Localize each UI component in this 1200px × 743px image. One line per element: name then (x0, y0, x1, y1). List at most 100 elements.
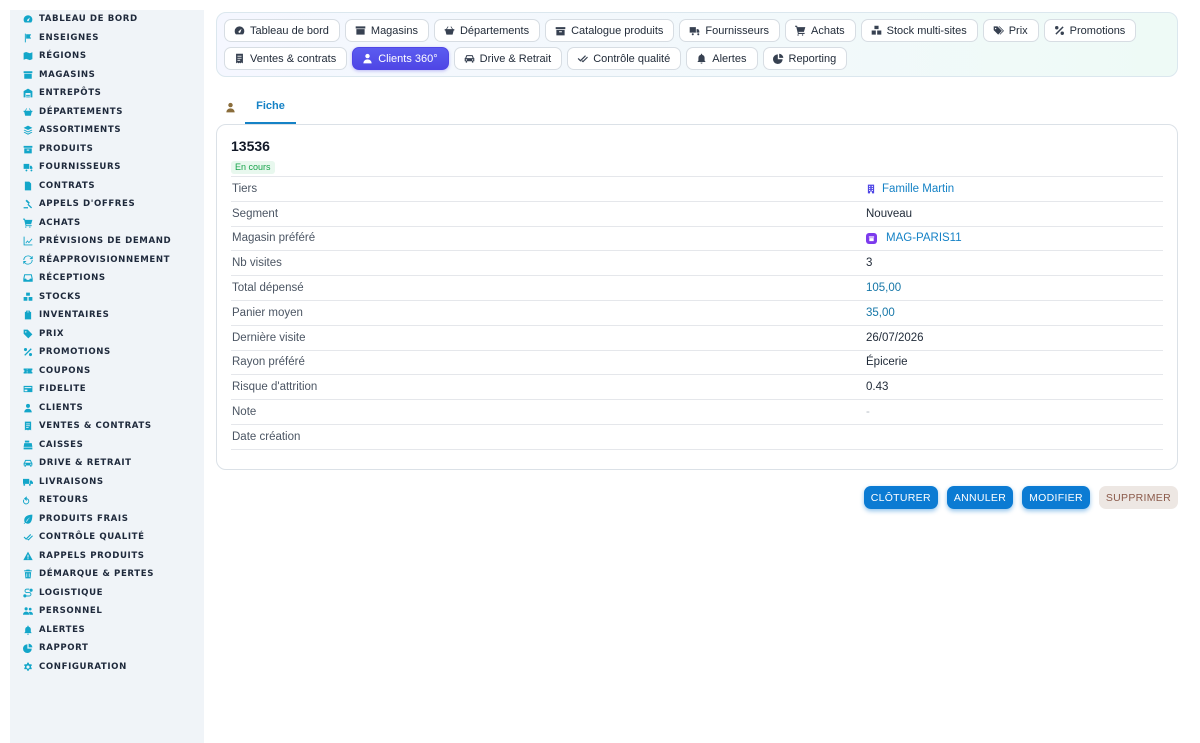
top-menu-controle-qualite[interactable]: Contrôle qualité (567, 47, 682, 70)
route-icon (23, 588, 33, 598)
sidebar-item-tableau-de-bord[interactable]: TABLEAU DE BORD (10, 10, 204, 29)
cart-icon (23, 218, 33, 228)
sidebar-item-alertes[interactable]: ALERTES (10, 621, 204, 640)
field-label: Dernière visite (232, 331, 306, 344)
field-value[interactable]: Famille Martin (866, 183, 1163, 195)
building-icon (866, 184, 876, 194)
field-row: Total dépensé 105,00 (231, 276, 1163, 301)
sidebar-item-produits-frais[interactable]: PRODUITS FRAIS (10, 510, 204, 529)
cash-register-icon (23, 440, 33, 450)
sidebar-item-coupons[interactable]: COUPONS (10, 362, 204, 381)
sidebar-item-stocks[interactable]: STOCKS (10, 288, 204, 307)
sidebar-item-inventaires[interactable]: INVENTAIRES (10, 306, 204, 325)
top-menu-alertes[interactable]: Alertes (686, 47, 758, 70)
sidebar-item-reapprovisionnement[interactable]: RÉAPPROVISIONNEMENT (10, 251, 204, 270)
clipboard-icon (23, 310, 33, 320)
sidebar-item-receptions[interactable]: RÉCEPTIONS (10, 269, 204, 288)
edit-button[interactable]: MODIFIER (1022, 486, 1090, 509)
field-value-text: Épicerie (866, 356, 908, 369)
tab-fiche[interactable]: Fiche (245, 90, 296, 124)
top-menu-ventes-contrats[interactable]: Ventes & contrats (224, 47, 348, 70)
sidebar-item-logistique[interactable]: LOGISTIQUE (10, 584, 204, 603)
sidebar-item-magasins[interactable]: MAGASINS (10, 66, 204, 85)
sidebar-item-controle-qualite[interactable]: CONTRÔLE QUALITÉ (10, 528, 204, 547)
sidebar-item-entrepots[interactable]: ENTREPÔTS (10, 84, 204, 103)
sidebar-item-departements[interactable]: DÉPARTEMENTS (10, 103, 204, 122)
sidebar-item-promotions[interactable]: PROMOTIONS (10, 343, 204, 362)
chart-line-icon (23, 236, 33, 246)
sidebar-item-rappels-produits[interactable]: RAPPELS PRODUITS (10, 547, 204, 566)
top-menu-promotions[interactable]: Promotions (1043, 19, 1137, 42)
top-menu-stock-multi-sites[interactable]: Stock multi-sites (860, 19, 978, 42)
sidebar-item-regions[interactable]: RÉGIONS (10, 47, 204, 66)
sidebar-item-configuration[interactable]: CONFIGURATION (10, 658, 204, 677)
user-icon (216, 90, 244, 124)
top-menu-fournisseurs[interactable]: Fournisseurs (679, 19, 780, 42)
sidebar-item-retours[interactable]: RETOURS (10, 491, 204, 510)
field-value[interactable]: MAG-PARIS11 (866, 232, 1163, 244)
status-badge: En cours (231, 161, 275, 174)
field-label: Date création (232, 430, 301, 443)
sidebar-item-label: RÉCEPTIONS (39, 273, 106, 284)
sidebar-item-ventes-contrats[interactable]: VENTES & CONTRATS (10, 417, 204, 436)
file-icon (23, 181, 33, 191)
store-icon (23, 70, 33, 80)
field-row: Magasin préféré MAG-PARIS11 (231, 227, 1163, 252)
sidebar-item-demarque-pertes[interactable]: DÉMARQUE & PERTES (10, 565, 204, 584)
sidebar-item-appels-d-offres[interactable]: APPELS D'OFFRES (10, 195, 204, 214)
sidebar-item-fournisseurs[interactable]: FOURNISSEURS (10, 158, 204, 177)
sidebar-item-label: ASSORTIMENTS (39, 125, 122, 136)
sidebar-item-label: LOGISTIQUE (39, 587, 104, 598)
box-icon (23, 144, 33, 154)
sidebar-item-achats[interactable]: ACHATS (10, 214, 204, 233)
flag-icon (23, 33, 33, 43)
sidebar-item-label: DÉMARQUE & PERTES (39, 569, 154, 580)
gear-icon (23, 662, 33, 672)
top-menu-achats[interactable]: Achats (785, 19, 856, 42)
top-menu-departements[interactable]: Départements (433, 19, 541, 42)
sidebar-item-prix[interactable]: PRIX (10, 325, 204, 344)
top-menu-label: Magasins (370, 24, 418, 37)
field-value-text: 26/07/2026 (866, 331, 924, 344)
top-menu-label: Catalogue produits (571, 24, 664, 37)
basket-icon (444, 25, 455, 36)
sidebar-item-label: RAPPORT (39, 643, 89, 654)
sidebar-item-contrats[interactable]: CONTRATS (10, 177, 204, 196)
top-menu-drive-retrait[interactable]: Drive & Retrait (453, 47, 563, 70)
top-menu-clients-360[interactable]: Clients 360° (352, 47, 449, 70)
top-menu-label: Stock multi-sites (886, 24, 967, 37)
warehouse-icon (23, 88, 33, 98)
sidebar-item-personnel[interactable]: PERSONNEL (10, 602, 204, 621)
tags-icon (993, 25, 1004, 36)
sidebar-item-label: ACHATS (39, 217, 81, 228)
close-record-button[interactable]: CLÔTURER (863, 486, 938, 509)
dashboard-icon (234, 25, 245, 36)
field-label: Risque d'attrition (232, 381, 318, 394)
sidebar-item-drive-retrait[interactable]: DRIVE & RETRAIT (10, 454, 204, 473)
sidebar-item-rapport[interactable]: RAPPORT (10, 639, 204, 658)
sidebar-item-caisses[interactable]: CAISSES (10, 436, 204, 455)
cubes-icon (23, 292, 33, 302)
car-icon (23, 458, 33, 468)
store-icon (355, 25, 366, 36)
sidebar-item-produits[interactable]: PRODUITS (10, 140, 204, 159)
sidebar-item-label: DÉPARTEMENTS (39, 106, 123, 117)
sidebar-item-label: VENTES & CONTRATS (39, 421, 152, 432)
top-menu-catalogue-produits[interactable]: Catalogue produits (545, 19, 675, 42)
sidebar-item-enseignes[interactable]: ENSEIGNES (10, 29, 204, 48)
top-menu-reporting[interactable]: Reporting (762, 47, 848, 70)
delete-button[interactable]: SUPPRIMER (1098, 486, 1178, 509)
top-menu-label: Clients 360° (378, 52, 438, 65)
sidebar-item-label: APPELS D'OFFRES (39, 199, 136, 210)
top-menu-magasins[interactable]: Magasins (344, 19, 429, 42)
ticket-icon (23, 366, 33, 376)
sidebar-item-fidelite[interactable]: FIDELITE (10, 380, 204, 399)
cancel-button[interactable]: ANNULER (946, 486, 1014, 509)
top-menu-prix[interactable]: Prix (982, 19, 1039, 42)
top-menu-tableau-de-bord[interactable]: Tableau de bord (224, 19, 340, 42)
sidebar-item-assortiments[interactable]: ASSORTIMENTS (10, 121, 204, 140)
sidebar-item-livraisons[interactable]: LIVRAISONS (10, 473, 204, 492)
top-menu-label: Alertes (712, 52, 747, 65)
sidebar-item-clients[interactable]: CLIENTS (10, 399, 204, 418)
sidebar-item-previsions-de-demand[interactable]: PRÉVISIONS DE DEMAND (10, 232, 204, 251)
